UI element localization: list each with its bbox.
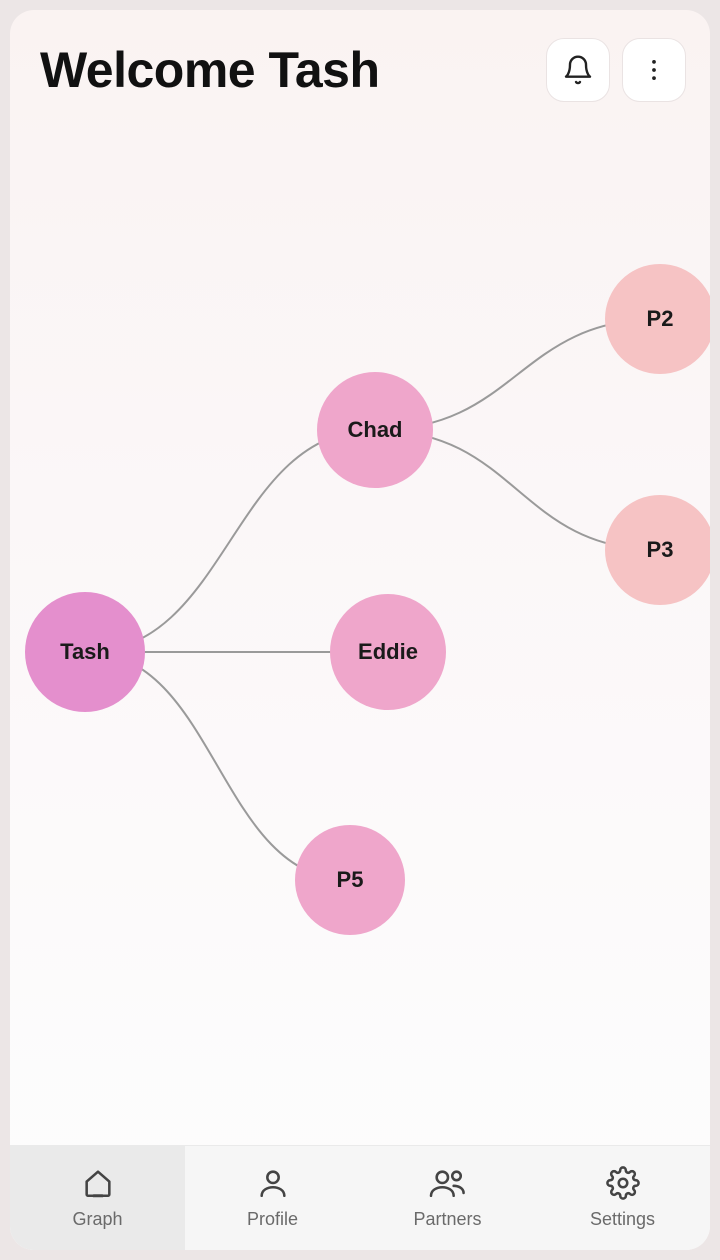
user-icon — [256, 1166, 290, 1205]
bell-icon — [562, 54, 594, 86]
graph-node-p5[interactable]: P5 — [295, 825, 405, 935]
graph-node-p2[interactable]: P2 — [605, 264, 710, 374]
graph-node-p3[interactable]: P3 — [605, 495, 710, 605]
tab-partners[interactable]: Partners — [360, 1146, 535, 1250]
notifications-button[interactable] — [546, 38, 610, 102]
graph-node-eddie[interactable]: Eddie — [330, 594, 446, 710]
tab-label: Profile — [247, 1209, 298, 1230]
graph-node-label: P2 — [647, 306, 674, 332]
page-title: Welcome Tash — [40, 41, 379, 99]
tab-profile[interactable]: Profile — [185, 1146, 360, 1250]
graph-canvas[interactable]: Tash Chad Eddie P5 P2 P3 — [10, 112, 710, 1145]
graph-node-tash[interactable]: Tash — [25, 592, 145, 712]
graph-node-label: Tash — [60, 639, 110, 665]
gear-icon — [606, 1166, 640, 1205]
users-icon — [429, 1166, 467, 1205]
home-icon — [81, 1166, 115, 1205]
tab-settings[interactable]: Settings — [535, 1146, 710, 1250]
tab-label: Partners — [413, 1209, 481, 1230]
header: Welcome Tash — [10, 10, 710, 112]
more-button[interactable] — [622, 38, 686, 102]
graph-node-label: P5 — [337, 867, 364, 893]
more-vertical-icon — [640, 56, 668, 84]
app-frame: Welcome Tash Tash Chad Eddie P5 P2 P3 Graph Pr… — [10, 10, 710, 1250]
graph-node-label: Chad — [348, 417, 403, 443]
header-actions — [546, 38, 686, 102]
graph-node-chad[interactable]: Chad — [317, 372, 433, 488]
tab-graph[interactable]: Graph — [10, 1146, 185, 1250]
graph-node-label: Eddie — [358, 639, 418, 665]
graph-node-label: P3 — [647, 537, 674, 563]
tab-label: Graph — [72, 1209, 122, 1230]
tab-bar: Graph Profile Partners Settings — [10, 1145, 710, 1250]
tab-label: Settings — [590, 1209, 655, 1230]
